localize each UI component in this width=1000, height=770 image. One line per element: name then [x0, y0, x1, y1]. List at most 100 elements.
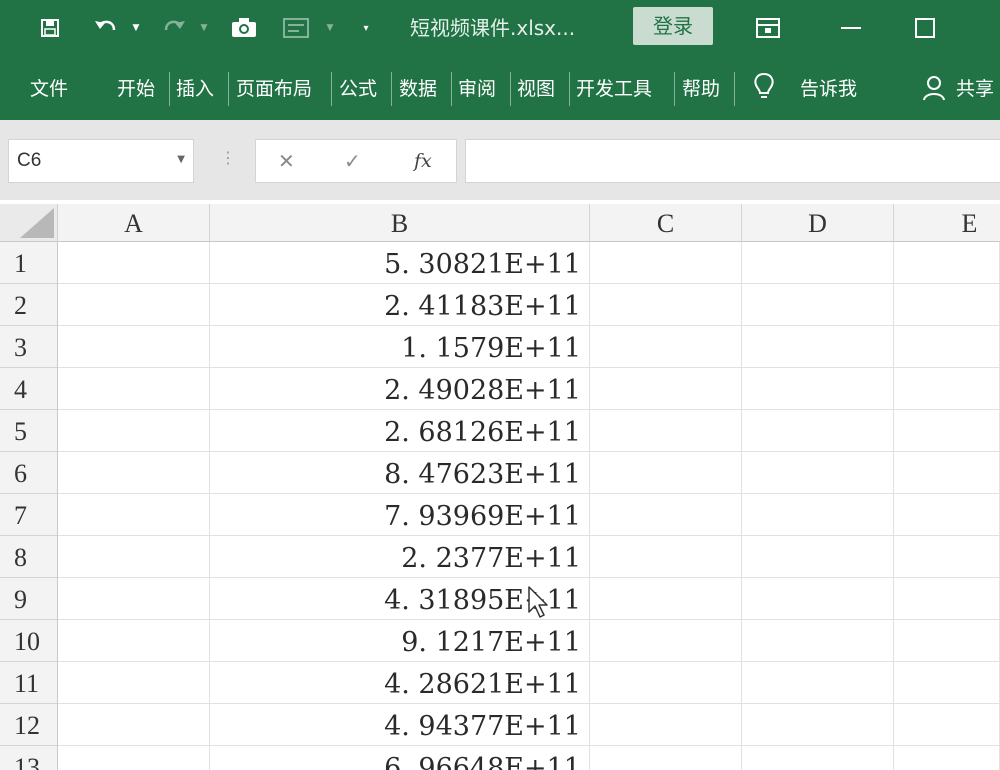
cell-e5[interactable]	[894, 410, 1000, 452]
cell-e1[interactable]	[894, 242, 1000, 284]
cell-c4[interactable]	[590, 368, 742, 410]
cell-c9[interactable]	[590, 578, 742, 620]
cell-a12[interactable]	[58, 704, 210, 746]
formula-bar-resize-handle[interactable]: ⋮	[220, 148, 236, 167]
undo-icon[interactable]	[92, 12, 120, 44]
cell-a7[interactable]	[58, 494, 210, 536]
name-box[interactable]: C6 ▼	[8, 139, 194, 183]
cell-d4[interactable]	[742, 368, 894, 410]
enter-formula-button[interactable]: ✓	[344, 140, 361, 182]
tab-view[interactable]: 视图	[517, 74, 555, 104]
cell-a4[interactable]	[58, 368, 210, 410]
cell-a8[interactable]	[58, 536, 210, 578]
tab-home[interactable]: 开始	[117, 74, 155, 104]
cell-a3[interactable]	[58, 326, 210, 368]
cell-b12[interactable]: 4. 94377E+11	[210, 704, 590, 746]
cell-e8[interactable]	[894, 536, 1000, 578]
cell-c5[interactable]	[590, 410, 742, 452]
cell-a5[interactable]	[58, 410, 210, 452]
cell-e2[interactable]	[894, 284, 1000, 326]
cell-e13[interactable]	[894, 746, 1000, 770]
cell-e12[interactable]	[894, 704, 1000, 746]
cell-e9[interactable]	[894, 578, 1000, 620]
cell-e7[interactable]	[894, 494, 1000, 536]
cell-a6[interactable]	[58, 452, 210, 494]
tab-file[interactable]: 文件	[30, 74, 68, 104]
cell-b11[interactable]: 4. 28621E+11	[210, 662, 590, 704]
tab-developer[interactable]: 开发工具	[576, 74, 652, 104]
column-header-a[interactable]: A	[58, 204, 210, 242]
select-all-button[interactable]	[0, 204, 58, 242]
maximize-icon[interactable]	[910, 12, 940, 44]
chevron-down-icon[interactable]: ▼	[177, 154, 185, 165]
insert-function-button[interactable]: fx	[414, 140, 432, 182]
ribbon-display-options-icon[interactable]	[753, 12, 783, 44]
cell-e11[interactable]	[894, 662, 1000, 704]
cell-c11[interactable]	[590, 662, 742, 704]
cell-a10[interactable]	[58, 620, 210, 662]
person-icon[interactable]	[922, 74, 946, 104]
row-header[interactable]: 3	[0, 326, 58, 368]
cell-d9[interactable]	[742, 578, 894, 620]
cell-b3[interactable]: 1. 1579E+11	[210, 326, 590, 368]
cell-d2[interactable]	[742, 284, 894, 326]
row-header[interactable]: 2	[0, 284, 58, 326]
cell-b4[interactable]: 2. 49028E+11	[210, 368, 590, 410]
form-dropdown-icon[interactable]: ▼	[322, 12, 338, 44]
tab-insert[interactable]: 插入	[176, 74, 214, 104]
row-header[interactable]: 12	[0, 704, 58, 746]
cell-d6[interactable]	[742, 452, 894, 494]
cell-e4[interactable]	[894, 368, 1000, 410]
lightbulb-icon[interactable]	[752, 72, 776, 102]
cell-d7[interactable]	[742, 494, 894, 536]
cell-c3[interactable]	[590, 326, 742, 368]
cell-b8[interactable]: 2. 2377E+11	[210, 536, 590, 578]
cell-d5[interactable]	[742, 410, 894, 452]
form-icon[interactable]	[280, 12, 312, 44]
cell-e10[interactable]	[894, 620, 1000, 662]
cell-c6[interactable]	[590, 452, 742, 494]
column-header-d[interactable]: D	[742, 204, 894, 242]
cell-c1[interactable]	[590, 242, 742, 284]
row-header[interactable]: 1	[0, 242, 58, 284]
row-header[interactable]: 7	[0, 494, 58, 536]
customize-quick-access-icon[interactable]: ▾	[358, 12, 374, 44]
cell-b7[interactable]: 7. 93969E+11	[210, 494, 590, 536]
tab-help[interactable]: 帮助	[682, 74, 720, 104]
cancel-formula-button[interactable]: ✕	[278, 140, 295, 182]
row-header[interactable]: 8	[0, 536, 58, 578]
cell-e3[interactable]	[894, 326, 1000, 368]
cell-c10[interactable]	[590, 620, 742, 662]
cell-b1[interactable]: 5. 30821E+11	[210, 242, 590, 284]
cell-d3[interactable]	[742, 326, 894, 368]
row-header[interactable]: 6	[0, 452, 58, 494]
redo-dropdown-icon[interactable]: ▼	[196, 12, 212, 44]
tab-page-layout[interactable]: 页面布局	[236, 74, 312, 104]
row-header[interactable]: 10	[0, 620, 58, 662]
row-header[interactable]: 4	[0, 368, 58, 410]
cell-d13[interactable]	[742, 746, 894, 770]
tab-review[interactable]: 审阅	[458, 74, 496, 104]
row-header[interactable]: 9	[0, 578, 58, 620]
cell-c7[interactable]	[590, 494, 742, 536]
cell-a13[interactable]	[58, 746, 210, 770]
tell-me-search[interactable]: 告诉我	[800, 74, 857, 104]
camera-icon[interactable]	[228, 12, 260, 44]
cell-b2[interactable]: 2. 41183E+11	[210, 284, 590, 326]
cell-b13[interactable]: 6. 96648E+11	[210, 746, 590, 770]
cell-c12[interactable]	[590, 704, 742, 746]
cell-b5[interactable]: 2. 68126E+11	[210, 410, 590, 452]
cell-b10[interactable]: 9. 1217E+11	[210, 620, 590, 662]
cell-d1[interactable]	[742, 242, 894, 284]
save-icon[interactable]	[34, 12, 66, 44]
cell-d11[interactable]	[742, 662, 894, 704]
cell-c8[interactable]	[590, 536, 742, 578]
cell-c2[interactable]	[590, 284, 742, 326]
column-header-e[interactable]: E	[894, 204, 1000, 242]
login-button[interactable]: 登录	[633, 7, 713, 45]
cell-b6[interactable]: 8. 47623E+11	[210, 452, 590, 494]
cell-a2[interactable]	[58, 284, 210, 326]
undo-dropdown-icon[interactable]: ▼	[128, 12, 144, 44]
tab-formulas[interactable]: 公式	[339, 74, 377, 104]
column-header-b[interactable]: B	[210, 204, 590, 242]
